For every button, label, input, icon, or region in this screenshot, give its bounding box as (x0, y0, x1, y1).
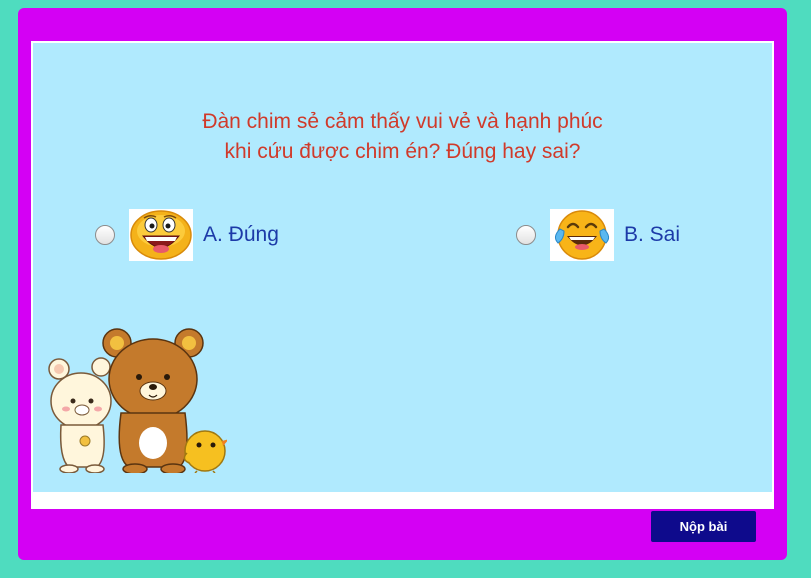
question-text: Đàn chim sẻ cảm thấy vui vẻ và hạnh phúc… (33, 107, 772, 167)
laughing-emoji-icon (129, 209, 193, 261)
question-line-1: Đàn chim sẻ cảm thấy vui vẻ và hạnh phúc (202, 110, 603, 133)
tears-of-joy-emoji-icon (550, 209, 614, 261)
question-line-2: khi cứu được chim én? Đúng hay sai? (224, 140, 581, 163)
option-a[interactable]: A. Đúng (95, 209, 279, 261)
quiz-panel: Đàn chim sẻ cảm thấy vui vẻ và hạnh phúc… (31, 41, 774, 509)
option-b-radio[interactable] (516, 225, 536, 245)
quiz-area: Đàn chim sẻ cảm thấy vui vẻ và hạnh phúc… (33, 43, 772, 492)
option-a-label[interactable]: A. Đúng (203, 223, 279, 247)
quiz-frame: Đàn chim sẻ cảm thấy vui vẻ và hạnh phúc… (18, 8, 787, 560)
option-b[interactable]: B. Sai (516, 209, 680, 261)
bears-and-chick-illustration (47, 313, 229, 478)
option-b-label[interactable]: B. Sai (624, 223, 680, 247)
submit-button[interactable]: Nộp bài (651, 511, 756, 542)
option-a-radio[interactable] (95, 225, 115, 245)
